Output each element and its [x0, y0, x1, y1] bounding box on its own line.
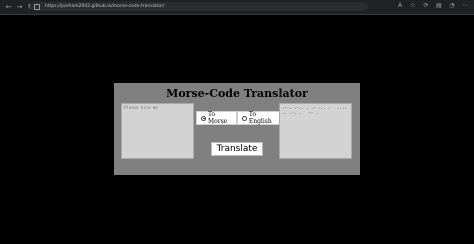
radio-to-english[interactable]: To English [237, 111, 280, 125]
extensions-icon[interactable]: ⟳ [423, 3, 429, 9]
radio-to-morse-label: To Morse [207, 111, 228, 125]
browser-toolbar: ← → ↻ https://parham2002.github.io/morse… [0, 0, 474, 15]
radio-to-english-label: To English [248, 111, 272, 125]
profile-icon[interactable]: ◔ [449, 3, 455, 9]
favorite-star-icon[interactable]: ☆ [410, 3, 416, 9]
lock-icon [34, 3, 40, 10]
address-url: https://parham2002.github.io/morse-code-… [45, 4, 165, 9]
forward-arrow-icon[interactable]: → [16, 3, 23, 11]
back-arrow-icon[interactable]: ← [5, 3, 12, 11]
radio-unchecked-icon[interactable] [242, 115, 247, 121]
translator-panel: Morse-Code Translator To Morse To Englis… [114, 83, 360, 175]
menu-icon[interactable]: ⋯ [462, 3, 468, 9]
page-title: Morse-Code Translator [166, 87, 308, 100]
output-textarea[interactable]: .--. .-.. . .- ... . .... .. .-. . -- . [279, 103, 352, 159]
radio-to-morse[interactable]: To Morse [196, 111, 237, 125]
radio-checked-icon[interactable] [201, 115, 206, 121]
address-bar[interactable]: https://parham2002.github.io/morse-code-… [30, 2, 368, 11]
input-textarea[interactable] [121, 103, 194, 159]
read-aloud-icon[interactable]: A [397, 3, 403, 9]
browser-tools: A ☆ ⟳ ▤ ◔ ⋯ [397, 3, 468, 9]
translate-button[interactable]: Translate [211, 142, 263, 156]
collections-icon[interactable]: ▤ [436, 3, 442, 9]
